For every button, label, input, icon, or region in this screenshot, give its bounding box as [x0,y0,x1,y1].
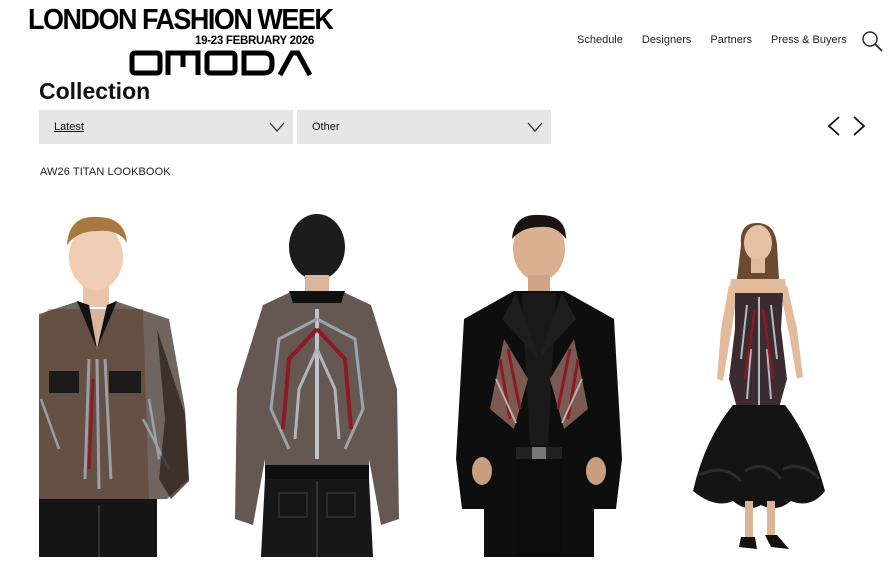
category-dropdown[interactable]: Other [297,110,551,144]
prev-look-button[interactable] [826,115,842,137]
chevron-down-icon [527,122,543,132]
nav-designers[interactable]: Designers [642,34,692,46]
category-dropdown-value: Other [312,121,340,133]
page-title: Collection [39,78,151,104]
next-look-button[interactable] [851,115,867,137]
season-dropdown[interactable]: Latest [39,110,293,144]
main-nav: Schedule Designers Partners Press & Buye… [577,34,866,46]
look-image-2[interactable] [229,209,404,557]
site-logo[interactable]: LONDON FASHION WEEK 19-23 FEBRUARY 2026 [28,5,334,77]
nav-press-buyers[interactable]: Press & Buyers [771,34,847,46]
nav-schedule[interactable]: Schedule [577,34,623,46]
season-dropdown-value: Latest [54,121,84,133]
omoda-logo [129,50,312,77]
look-image-1[interactable] [39,209,209,557]
collection-subtitle: AW26 TITAN LOOKBOOK [40,166,171,178]
search-icon [862,31,883,52]
chevron-left-icon [827,116,840,136]
search-button[interactable] [861,30,883,52]
logo-dates: 19-23 FEBRUARY 2026 [195,35,314,47]
logo-title: LONDON FASHION WEEK [28,4,334,36]
look-image-3[interactable] [444,209,634,557]
lookbook-gallery [39,209,871,557]
chevron-down-icon [269,122,285,132]
chevron-right-icon [853,116,866,136]
look-image-4[interactable] [685,209,871,557]
nav-partners[interactable]: Partners [710,34,752,46]
